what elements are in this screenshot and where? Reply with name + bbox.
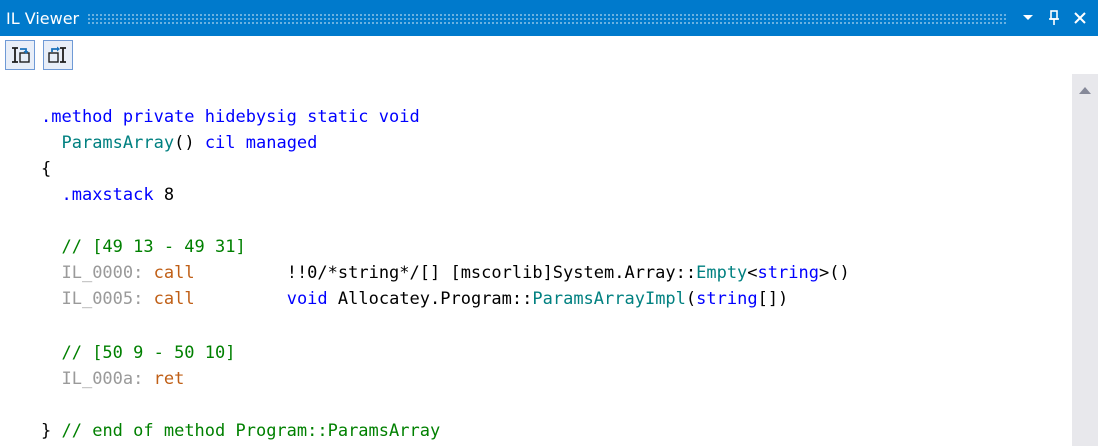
close-brace: }	[41, 421, 52, 441]
code-line-10: // [50 9 - 50 10]	[41, 340, 235, 366]
il-label: IL_0000:	[61, 263, 144, 283]
close-button[interactable]	[1068, 6, 1092, 30]
code-line-7: IL_0000: call !!0/*string*/[] [mscorlib]…	[41, 260, 850, 286]
vertical-scrollbar[interactable]	[1072, 74, 1098, 446]
sequence-point-comment: // [50 9 - 50 10]	[61, 343, 236, 363]
il-opcode: call	[153, 263, 195, 283]
code-line-13: } // end of method Program::ParamsArray	[41, 418, 440, 444]
call-target: !!0/*string*/[] [mscorlib]System.Array::	[286, 263, 697, 283]
generic-close: >()	[818, 263, 850, 283]
code-line-6: // [49 13 - 49 31]	[41, 234, 246, 260]
title-grip[interactable]	[87, 12, 1006, 24]
code-line-4: .maxstack 8	[41, 182, 174, 208]
toolbar	[0, 36, 1098, 74]
code-line-3: {	[41, 156, 51, 182]
pin-icon	[1049, 10, 1059, 25]
method-modifiers: cil managed	[204, 133, 318, 153]
scroll-up-icon[interactable]	[1079, 87, 1091, 94]
args-close: [])	[757, 289, 789, 309]
sequence-point-comment: // [49 13 - 49 31]	[61, 237, 246, 257]
title-bar: IL Viewer	[0, 0, 1098, 36]
il-opcode: call	[153, 289, 195, 309]
go-to-source-button[interactable]	[5, 40, 35, 70]
chevron-down-icon	[1023, 15, 1033, 20]
call-target: Allocatey.Program::	[337, 289, 533, 309]
end-method-comment: // end of method Program::ParamsArray	[61, 421, 441, 441]
code-line-1: .method private hidebysig static void	[41, 104, 420, 130]
code-editor[interactable]: .method private hidebysig static void Pa…	[0, 74, 1072, 446]
il-label: IL_0005:	[61, 289, 144, 309]
code-line-8: IL_0005: call void Allocatey.Program::Pa…	[41, 286, 788, 312]
method-name: ParamsArray	[61, 133, 175, 153]
go-to-il-icon	[48, 46, 66, 63]
close-icon	[1074, 12, 1086, 24]
il-opcode: ret	[153, 369, 185, 389]
argument-type: string	[696, 289, 758, 309]
go-to-il-button[interactable]	[43, 40, 73, 70]
il-label: IL_000a:	[61, 369, 144, 389]
maxstack-directive: .maxstack	[61, 185, 154, 205]
scrollbar-track[interactable]	[1078, 104, 1092, 444]
pin-button[interactable]	[1042, 6, 1066, 30]
window-title: IL Viewer	[6, 8, 80, 28]
maxstack-value: 8	[163, 185, 175, 205]
args-open: (	[685, 289, 697, 309]
generic-type-arg: string	[757, 263, 819, 283]
return-type: void	[286, 289, 328, 309]
call-method-name: Empty	[696, 263, 748, 283]
window-position-button[interactable]	[1016, 6, 1040, 30]
parameter-list: ()	[174, 133, 195, 153]
method-declaration-keywords: .method private hidebysig static void	[41, 107, 420, 127]
code-line-11: IL_000a: ret	[41, 366, 184, 392]
open-brace: {	[41, 159, 52, 179]
code-line-2: ParamsArray() cil managed	[41, 130, 317, 156]
generic-open: <	[747, 263, 758, 283]
call-method-name: ParamsArrayImpl	[532, 289, 686, 309]
go-to-source-icon	[12, 47, 30, 63]
